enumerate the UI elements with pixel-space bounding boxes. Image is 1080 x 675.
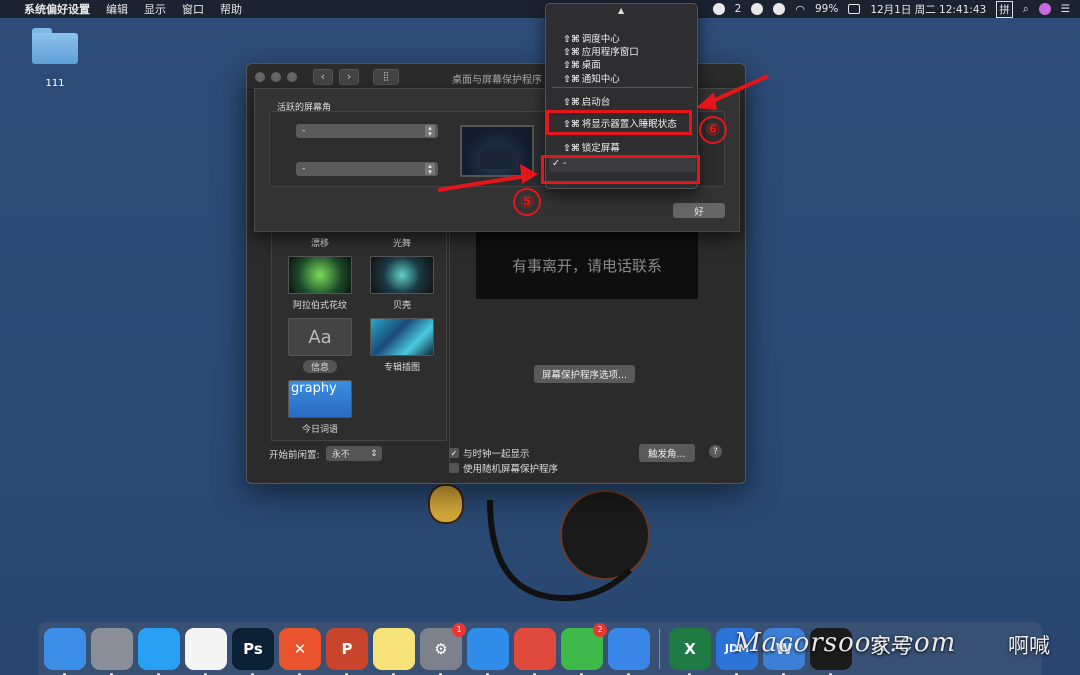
top-left-corner-select[interactable]: - ▴ ▾ [296,124,438,138]
saver-label: 贝壳 [392,301,411,311]
screensaver-options-button[interactable]: 屏幕保护程序选项... [534,365,636,383]
show-clock-label: 与时钟一起显示 [463,449,530,460]
word-of-day-thumbnail: graphy [288,380,352,418]
reminders-icon[interactable] [185,627,227,675]
notification-badge: 2 [593,622,607,637]
launchpad-icon[interactable] [91,627,133,675]
close-button[interactable] [255,71,265,82]
saver-shell[interactable]: 贝壳 [362,256,442,311]
safari-icon[interactable] [467,627,509,675]
battery-icon[interactable] [848,4,861,14]
watermark: Macorsoon.com [734,628,957,658]
arabesque-thumbnail [288,256,352,294]
random-saver-checkbox[interactable]: 使用随机屏幕保护程序 [449,461,558,475]
watermark-cn: 家号 [870,634,912,658]
chevron-updown-icon: ⇕ [370,448,378,459]
cat-paw-illustration [428,484,464,524]
saver-album-artwork[interactable]: 专辑插图 [362,318,442,373]
cat-tail-illustration [487,499,633,602]
feishu-icon[interactable] [608,627,650,675]
photoshop-icon[interactable]: Ps [232,627,274,675]
checkbox-unchecked[interactable] [449,463,459,473]
chrome-icon[interactable] [514,627,556,675]
badge-count: 2 [734,3,742,15]
ok-button[interactable]: 好 [673,203,725,218]
saver-label: 阿拉伯式花纹 [292,301,347,311]
saver-label: 光舞 [392,239,411,249]
minimize-button[interactable] [271,71,281,82]
watermark-cn-2: 啊喊 [1008,634,1050,658]
menu-bar: 系统偏好设置 编辑 显示 窗口 帮助 2 ◠ 99% 12月1日 周二 12:4… [0,0,1080,18]
album-artwork-thumbnail [370,318,434,356]
screensaver-preview: 有事离开，请电话联系 [476,231,698,299]
saver-label: 信息 [303,360,337,373]
status-item-icon[interactable] [712,3,725,15]
shell-thumbnail [370,256,434,294]
vpn-icon[interactable] [773,3,786,15]
notes-icon[interactable] [373,627,415,675]
saver-flurry[interactable]: 光舞 [362,236,442,249]
start-after-label: 开始前闲置: [269,449,320,461]
step-5-marker: ⑤ [513,188,541,216]
select-value: - [302,126,306,136]
clock[interactable]: 12月1日 周二 12:41:43 [870,2,986,17]
menu-help[interactable]: 帮助 [220,1,242,17]
start-after-row: 开始前闲置: 永不 ⇕ [269,446,382,461]
menu-item-app-windows[interactable]: ⇧⌘ 应用程序窗口 [563,44,639,58]
input-method-icon[interactable]: 拼 [996,0,1013,18]
show-all-grid-icon[interactable]: ⣿ [373,68,399,85]
menu-item-mission-control[interactable]: ⇧⌘ 调度中心 [563,31,620,45]
annotation-arrows [437,74,769,192]
saver-message[interactable]: Aa 信息 [280,318,360,373]
preview-pane: 有事离开，请电话联系 屏幕保护程序选项... [449,231,725,471]
menu-edit[interactable]: 编辑 [106,1,128,17]
saver-drift[interactable]: 漂移 [280,236,360,249]
menu-view[interactable]: 显示 [144,1,166,17]
powerpoint-icon[interactable]: P [326,627,368,675]
xmind-icon[interactable]: ✕ [279,627,321,675]
checkbox-checked[interactable]: ✓ [449,448,459,458]
start-after-value: 永不 [331,450,350,460]
hot-corners-button[interactable]: 触发角... [639,444,695,462]
menu-window[interactable]: 窗口 [182,1,204,17]
excel-icon[interactable]: X [669,627,711,675]
bottom-left-corner-select[interactable]: - ▴ ▾ [296,162,438,176]
saver-label: 漂移 [310,239,329,249]
start-after-select[interactable]: 永不 ⇕ [325,446,382,461]
folder-icon [32,28,78,64]
saver-word-of-day[interactable]: graphy 今日词语 [280,380,360,435]
battery-percent[interactable]: 99% [815,3,838,15]
wechat-icon[interactable]: 2 [561,622,607,675]
back-button[interactable]: ‹ [313,68,333,85]
menu-extras: 2 ◠ 99% 12月1日 周二 12:41:43 拼 ⌕ ☰ [712,0,1070,18]
siri-icon[interactable] [1038,3,1051,15]
scroll-up-arrow-icon: ▲ [618,6,625,15]
finder-icon[interactable] [44,627,86,675]
wifi-icon[interactable]: ◠ [795,3,805,16]
step-6-marker: ⑥ [699,116,727,144]
zoom-button[interactable] [287,71,297,82]
folder-label: 111 [45,78,65,89]
show-clock-checkbox[interactable]: ✓ 与时钟一起显示 [449,446,530,460]
notification-center-icon[interactable]: ☰ [1061,3,1070,15]
select-value: - [302,164,306,174]
help-button[interactable]: ? [709,445,722,458]
saver-label: 今日词语 [301,425,338,435]
status-app-icon[interactable] [751,3,764,15]
search-icon[interactable]: ⌕ [1023,3,1029,16]
menu-app-name[interactable]: 系统偏好设置 [24,1,90,17]
saver-arabesque[interactable]: 阿拉伯式花纹 [280,256,360,311]
forward-button[interactable]: › [339,68,359,85]
random-saver-label: 使用随机屏幕保护程序 [463,464,559,475]
system-preferences-icon[interactable]: ⚙ 1 [420,622,466,675]
desktop-folder[interactable]: 111 [30,28,80,89]
screensaver-list: 漂移 光舞 阿拉伯式花纹 贝壳 Aa 信息 专辑插图 graphy 今日词语 [271,231,447,441]
messages-icon[interactable] [138,627,180,675]
message-thumbnail: Aa [288,318,352,356]
dock-separator [659,628,660,669]
notification-badge: 1 [452,622,466,637]
saver-label: 专辑插图 [383,363,420,373]
